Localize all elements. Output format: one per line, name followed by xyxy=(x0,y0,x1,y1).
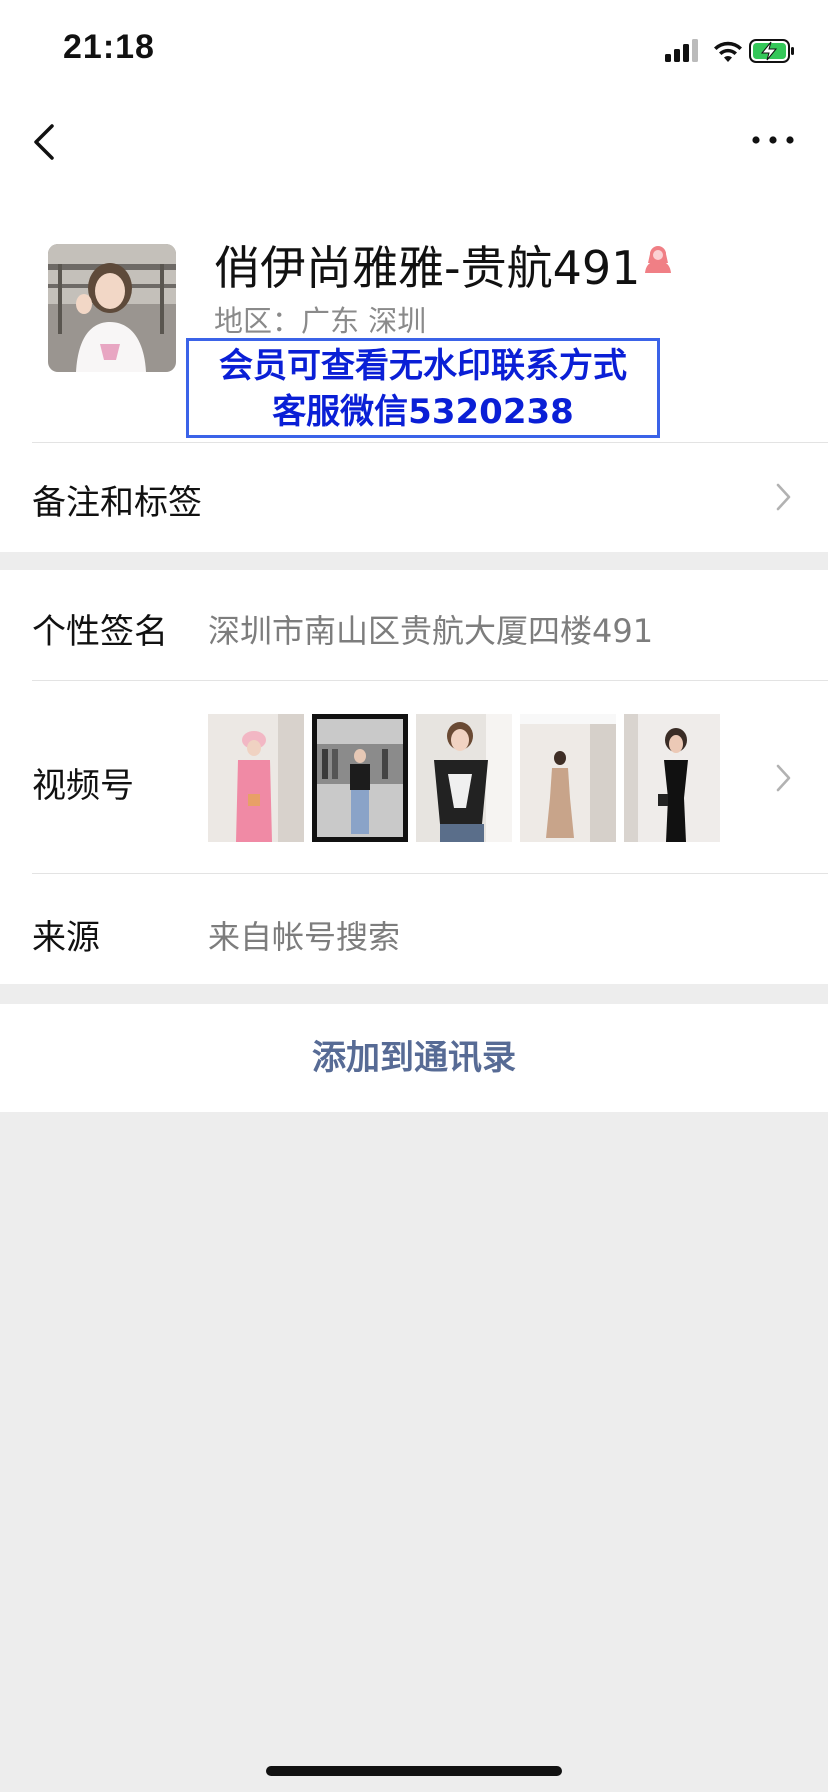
home-indicator[interactable] xyxy=(266,1766,562,1776)
chevron-left-icon xyxy=(34,124,54,160)
chevron-right-icon[interactable] xyxy=(774,761,794,795)
more-button[interactable] xyxy=(748,120,798,160)
wifi-icon xyxy=(714,41,742,62)
watermark-line-2: 客服微信5320238 xyxy=(272,392,574,432)
status-icons xyxy=(645,36,795,66)
add-to-contacts-button[interactable]: 添加到通讯录 xyxy=(0,1004,828,1112)
row-label-signature: 个性签名 xyxy=(32,612,168,652)
back-button[interactable] xyxy=(24,112,68,172)
channel-thumbnail[interactable] xyxy=(416,714,512,842)
row-label-source: 来源 xyxy=(32,918,100,958)
chevron-right-icon xyxy=(774,480,794,514)
row-value-source: 来自帐号搜索 xyxy=(208,918,401,956)
channel-thumbnail[interactable] xyxy=(520,714,616,842)
divider xyxy=(32,680,828,681)
divider xyxy=(32,873,828,874)
battery-charging-icon xyxy=(749,39,794,63)
status-bar: 21:18 xyxy=(0,0,828,100)
channel-thumbnail[interactable] xyxy=(208,714,304,842)
row-remark[interactable]: 备注和标签 xyxy=(0,443,828,551)
channel-thumbnail[interactable] xyxy=(312,714,408,842)
profile-name: 俏伊尚雅雅-贵航491 xyxy=(214,241,641,295)
more-dots-icon xyxy=(752,136,794,144)
row-label-channels: 视频号 xyxy=(32,766,134,806)
row-label-remark: 备注和标签 xyxy=(32,483,202,523)
row-value-signature: 深圳市南山区贵航大厦四楼491 xyxy=(208,612,654,650)
channel-thumbnail[interactable] xyxy=(624,714,720,842)
female-person-icon xyxy=(642,243,674,275)
status-time: 21:18 xyxy=(63,28,155,66)
profile-region: 地区：广东 深圳 xyxy=(214,304,427,338)
avatar[interactable] xyxy=(48,244,176,372)
cellular-signal-icon xyxy=(665,39,698,62)
watermark-line-1: 会员可查看无水印联系方式 xyxy=(219,346,627,386)
watermark-overlay: 会员可查看无水印联系方式 客服微信5320238 xyxy=(186,338,660,438)
